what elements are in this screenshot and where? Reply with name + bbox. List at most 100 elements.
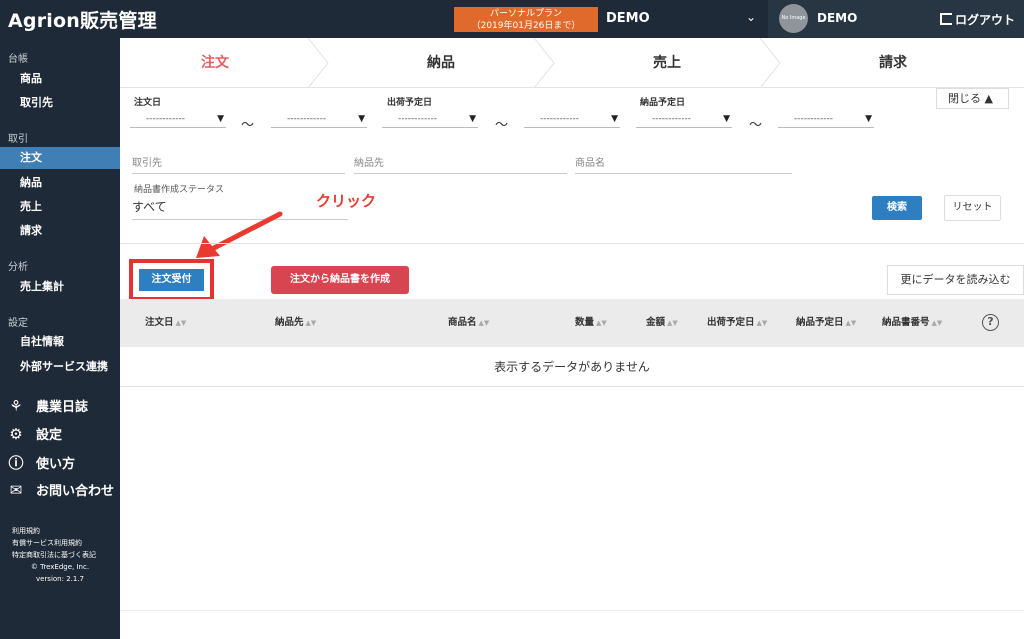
- farm-diary-label: 農業日誌: [36, 400, 89, 415]
- sidebar-item-external-services[interactable]: 外部サービス連携: [0, 356, 120, 378]
- delivery-date-to-select[interactable]: ------------ ▼: [778, 114, 874, 128]
- click-annotation: クリック: [316, 192, 377, 210]
- delivery-to-field[interactable]: 納品先: [354, 154, 567, 174]
- accept-order-button[interactable]: 注文受付: [139, 269, 204, 291]
- close-filter-button[interactable]: 閉じる ▲: [936, 88, 1009, 109]
- help-label: 使い方: [36, 457, 76, 472]
- sort-icon: ▲▼: [305, 319, 317, 327]
- section-divider: [120, 243, 1024, 244]
- settings-label: 設定: [36, 428, 63, 443]
- sidebar-item-help[interactable]: ⓘ 使い方: [6, 452, 75, 473]
- sidebar: 台帳 商品 取引先 取引 注文 納品 売上 請求 分析 売上集計 設定 自社情報…: [0, 38, 120, 639]
- sidebar-item-farm-diary[interactable]: ⚘ 農業日誌: [6, 396, 88, 415]
- sidebar-item-invoices[interactable]: 請求: [0, 220, 120, 242]
- tab-sales[interactable]: 売上: [554, 38, 780, 88]
- account-selector[interactable]: DEMO: [606, 11, 650, 26]
- column-amount[interactable]: 金額 ▲▼: [646, 299, 678, 347]
- column-label: 納品先: [275, 317, 304, 328]
- gear-icon: ⚙: [9, 425, 23, 443]
- sort-icon: ▲▼: [756, 319, 768, 327]
- customer-placeholder: 取引先: [132, 158, 162, 169]
- select-value: ------------: [146, 114, 185, 124]
- range-separator: 〜: [495, 118, 509, 133]
- question-circle-icon: ⓘ: [8, 454, 24, 472]
- reset-button[interactable]: リセット: [944, 195, 1001, 221]
- column-label: 商品名: [448, 317, 477, 328]
- highlight-box: 注文受付: [129, 259, 214, 301]
- caret-down-icon: ▼: [469, 114, 476, 124]
- column-label: 注文日: [145, 317, 174, 328]
- range-separator: 〜: [241, 118, 255, 133]
- tab-invoices[interactable]: 請求: [780, 38, 1006, 88]
- order-date-label: 注文日: [134, 98, 162, 108]
- logout-button[interactable]: ログアウト: [940, 11, 1015, 28]
- column-delivery-note-number[interactable]: 納品書番号 ▲▼: [882, 299, 942, 347]
- select-value: ------------: [540, 114, 579, 124]
- column-label: 納品書番号: [882, 317, 930, 328]
- delivery-date-label: 納品予定日: [640, 98, 686, 108]
- sidebar-item-sales-summary[interactable]: 売上集計: [0, 276, 120, 298]
- contact-label: お問い合わせ: [36, 484, 115, 499]
- column-label: 納品予定日: [796, 317, 844, 328]
- seedling-icon: ⚘: [9, 397, 23, 415]
- delivery-date-from-select[interactable]: ------------ ▼: [636, 114, 732, 128]
- sort-icon: ▲▼: [667, 319, 678, 327]
- order-date-from-select[interactable]: ------------ ▼: [130, 114, 226, 128]
- sidebar-section-settings: 設定: [8, 318, 28, 329]
- column-quantity[interactable]: 数量 ▲▼: [575, 299, 607, 347]
- sidebar-item-contact[interactable]: ✉ お問い合わせ: [6, 480, 114, 499]
- user-name[interactable]: DEMO: [817, 11, 857, 25]
- load-more-button[interactable]: 更にデータを読み込む: [887, 265, 1024, 295]
- caret-down-icon: ▼: [865, 114, 872, 124]
- footer-commerce-law[interactable]: 特定商取引法に基づく表記: [0, 549, 120, 561]
- footer-version: version: 2.1.7: [35, 575, 85, 583]
- column-product[interactable]: 商品名 ▲▼: [448, 299, 489, 347]
- create-delivery-note-button[interactable]: 注文から納品書を作成: [271, 266, 409, 294]
- select-value: ------------: [652, 114, 691, 124]
- caret-down-icon: ▼: [217, 114, 224, 124]
- table-header: 注文日 ▲▼ 納品先 ▲▼ 商品名 ▲▼ 数量 ▲▼ 金額 ▲▼ 出荷予定日 ▲▼ 納品予定…: [120, 299, 1024, 347]
- logout-label: ログアウト: [955, 13, 1016, 27]
- select-value: ------------: [287, 114, 326, 124]
- footer-paid-terms[interactable]: 有償サービス利用規約: [0, 537, 120, 549]
- column-label: 出荷予定日: [707, 317, 755, 328]
- sidebar-item-deliveries[interactable]: 納品: [0, 172, 120, 194]
- order-date-to-select[interactable]: ------------ ▼: [271, 114, 367, 128]
- chevron-down-icon[interactable]: ⌄: [746, 10, 756, 24]
- tab-orders[interactable]: 注文: [120, 38, 310, 88]
- status-value: すべて: [132, 200, 167, 214]
- app-title[interactable]: Agrion販売管理: [8, 6, 157, 33]
- product-field[interactable]: 商品名: [575, 154, 792, 174]
- sidebar-item-settings[interactable]: ⚙ 設定: [6, 424, 62, 443]
- column-order-date[interactable]: 注文日 ▲▼: [145, 299, 186, 347]
- plan-expiry: （2019年01月26日まで）: [471, 21, 581, 31]
- avatar[interactable]: No Image: [779, 4, 808, 33]
- workflow-steps: 注文 納品 売上 請求: [120, 38, 1024, 88]
- ship-date-from-select[interactable]: ------------ ▼: [382, 114, 478, 128]
- column-ship-date[interactable]: 出荷予定日 ▲▼: [707, 299, 767, 347]
- sidebar-item-products[interactable]: 商品: [0, 68, 120, 90]
- search-button[interactable]: 検索: [872, 196, 922, 220]
- plan-badge[interactable]: パーソナルプラン （2019年01月26日まで）: [454, 7, 598, 32]
- sidebar-item-orders[interactable]: 注文: [0, 147, 120, 169]
- footer-terms[interactable]: 利用規約: [0, 525, 120, 537]
- product-placeholder: 商品名: [575, 158, 605, 169]
- customer-field[interactable]: 取引先: [132, 154, 345, 174]
- caret-down-icon: ▼: [358, 114, 365, 124]
- status-label: 納品書作成ステータス: [134, 185, 225, 195]
- column-delivery-to[interactable]: 納品先 ▲▼: [275, 299, 316, 347]
- empty-message: 表示するデータがありません: [120, 347, 1024, 387]
- sidebar-section-transactions: 取引: [8, 134, 28, 145]
- column-delivery-date[interactable]: 納品予定日 ▲▼: [796, 299, 856, 347]
- help-icon[interactable]: ?: [982, 314, 999, 331]
- footer-copyright: © TrexEdge, Inc.: [30, 563, 90, 571]
- ship-date-to-select[interactable]: ------------ ▼: [524, 114, 620, 128]
- top-bar: Agrion販売管理 パーソナルプラン （2019年01月26日まで） DEMO…: [0, 0, 1024, 38]
- caret-down-icon: ▼: [611, 114, 618, 124]
- sidebar-item-company-info[interactable]: 自社情報: [0, 331, 120, 353]
- sidebar-item-customers[interactable]: 取引先: [0, 92, 120, 114]
- tab-deliveries[interactable]: 納品: [328, 38, 554, 88]
- sidebar-item-sales[interactable]: 売上: [0, 196, 120, 218]
- sort-icon: ▲▼: [478, 319, 490, 327]
- range-separator: 〜: [749, 118, 763, 133]
